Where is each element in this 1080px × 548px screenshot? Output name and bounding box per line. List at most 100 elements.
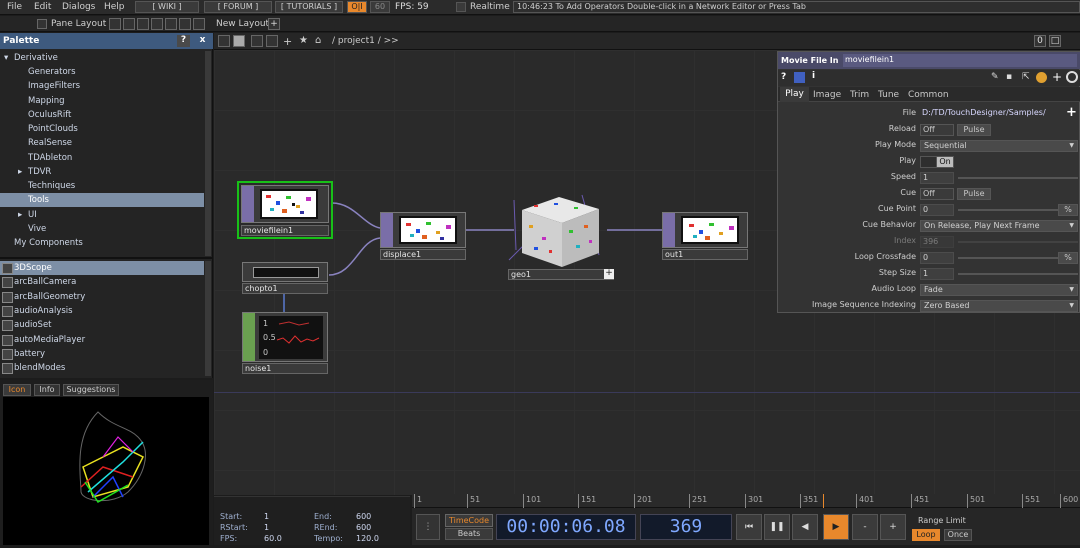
beats-button[interactable]: Beats bbox=[445, 528, 493, 540]
cue-behavior-dropdown[interactable]: On Release, Play Next Frame bbox=[920, 220, 1078, 232]
node-chopto1[interactable] bbox=[242, 262, 328, 282]
node-displace1[interactable] bbox=[380, 212, 466, 248]
tutorials-button[interactable]: [ TUTORIALS ] bbox=[275, 1, 343, 13]
layout-quad-button[interactable] bbox=[151, 18, 163, 30]
rstart-value[interactable]: 1 bbox=[264, 523, 269, 532]
timeline-ruler[interactable]: 1 51 101 151 201 251 301 351 401 451 501… bbox=[412, 494, 1080, 508]
layout-split-h-button[interactable] bbox=[123, 18, 135, 30]
audio-loop-dropdown[interactable]: Fade bbox=[920, 284, 1078, 296]
fps-value[interactable]: 60.0 bbox=[264, 534, 282, 543]
cue-point-field[interactable]: 0 bbox=[920, 204, 954, 216]
cue-point-unit[interactable]: % bbox=[1058, 204, 1078, 216]
reload-pulse-button[interactable]: Pulse bbox=[957, 124, 991, 136]
tree-scrollbar[interactable] bbox=[205, 51, 211, 256]
fps-cap-button[interactable]: 60 bbox=[370, 1, 390, 13]
stop-icon[interactable] bbox=[233, 35, 245, 47]
palette-help-button[interactable]: ? bbox=[177, 35, 190, 47]
layout-custom-button[interactable] bbox=[179, 18, 191, 30]
play-toggle-on[interactable]: On bbox=[936, 156, 954, 168]
network-back-button[interactable] bbox=[218, 35, 230, 47]
component-scrollbar[interactable] bbox=[205, 261, 211, 376]
component-item[interactable]: 3DScope bbox=[0, 261, 204, 275]
end-value[interactable]: 600 bbox=[356, 512, 371, 521]
tree-item-imagefilters[interactable]: ImageFilters bbox=[0, 79, 204, 93]
speed-slider[interactable] bbox=[958, 177, 1078, 179]
python-icon[interactable] bbox=[794, 72, 805, 83]
realtime-checkbox[interactable] bbox=[456, 2, 466, 12]
comment-icon[interactable]: ▪ bbox=[1006, 72, 1012, 82]
speed-field[interactable]: 1 bbox=[920, 172, 954, 184]
tree-item-tdvr[interactable]: ▸ TDVR bbox=[0, 165, 204, 179]
loop-crossfade-unit[interactable]: % bbox=[1058, 252, 1078, 264]
cue-pulse-button[interactable]: Pulse bbox=[957, 188, 991, 200]
tab-play[interactable]: Play bbox=[780, 87, 809, 102]
layout-split-v-button[interactable] bbox=[137, 18, 149, 30]
node-label[interactable]: chopto1 bbox=[242, 283, 328, 294]
tree-item-vive[interactable]: Vive bbox=[0, 222, 204, 236]
tree-item-generators[interactable]: Generators bbox=[0, 65, 204, 79]
node-label[interactable]: displace1 bbox=[380, 249, 466, 260]
tab-suggestions[interactable]: Suggestions bbox=[63, 384, 119, 396]
play-icon[interactable]: ▶ bbox=[823, 514, 849, 540]
image-sequence-dropdown[interactable]: Zero Based bbox=[920, 300, 1078, 312]
export-icon[interactable]: ⇱ bbox=[1022, 72, 1030, 82]
file-browse-icon[interactable]: + bbox=[1066, 105, 1077, 120]
pane-layout-icon[interactable] bbox=[37, 19, 47, 29]
tree-item-pointclouds[interactable]: PointClouds bbox=[0, 122, 204, 136]
node-label[interactable]: out1 bbox=[662, 249, 748, 260]
step-forward-button[interactable]: + bbox=[880, 514, 906, 540]
file-field[interactable]: D:/TD/TouchDesigner/Samples/ bbox=[920, 108, 1065, 120]
cue-point-slider[interactable] bbox=[958, 209, 1058, 211]
oi-button[interactable]: O|I bbox=[347, 1, 367, 13]
menu-edit[interactable]: Edit bbox=[34, 2, 51, 12]
tree-item-oculusrift[interactable]: OculusRift bbox=[0, 108, 204, 122]
breadcrumb[interactable]: / project1 / >> bbox=[332, 36, 399, 46]
step-backward-button[interactable]: - bbox=[852, 514, 878, 540]
add-icon[interactable]: + bbox=[283, 35, 292, 48]
tree-item-tdableton[interactable]: TDAbleton bbox=[0, 151, 204, 165]
tree-item-tools[interactable]: Tools bbox=[0, 193, 204, 207]
timecode-button[interactable]: TimeCode bbox=[445, 514, 493, 527]
timecode-display[interactable]: 00:00:06.08 bbox=[496, 514, 636, 540]
menu-file[interactable]: File bbox=[7, 2, 22, 12]
arrow-right-icon[interactable] bbox=[266, 35, 278, 47]
node-noise1[interactable]: 1 0.5 0 bbox=[242, 312, 328, 362]
loop-crossfade-slider[interactable] bbox=[958, 257, 1058, 259]
tree-item-mapping[interactable]: Mapping bbox=[0, 94, 204, 108]
tab-icon[interactable]: Icon bbox=[3, 384, 31, 396]
transport-menu-icon[interactable]: ⋮ bbox=[416, 514, 440, 540]
layout-triple-button[interactable] bbox=[165, 18, 177, 30]
step-back-icon[interactable]: ◀ bbox=[792, 514, 818, 540]
start-value[interactable]: 1 bbox=[264, 512, 269, 521]
component-item[interactable]: audioAnalysis bbox=[0, 304, 204, 318]
tab-common[interactable]: Common bbox=[908, 90, 949, 100]
node-out1[interactable] bbox=[662, 212, 748, 248]
global-icon[interactable] bbox=[1036, 72, 1047, 83]
component-item[interactable]: battery bbox=[0, 347, 204, 361]
tree-item-techniques[interactable]: Techniques bbox=[0, 179, 204, 193]
menu-dialogs[interactable]: Dialogs bbox=[62, 2, 95, 12]
tab-trim[interactable]: Trim bbox=[850, 90, 869, 100]
op-name-field[interactable]: moviefilein1 bbox=[843, 54, 1077, 67]
tree-item-realsense[interactable]: RealSense bbox=[0, 136, 204, 150]
arrow-left-icon[interactable] bbox=[251, 35, 263, 47]
palette-close-button[interactable]: x bbox=[196, 35, 209, 47]
tree-item-derivative[interactable]: ▾ Derivative bbox=[0, 51, 204, 65]
forum-button[interactable]: [ FORUM ] bbox=[204, 1, 272, 13]
target-icon[interactable] bbox=[1066, 71, 1078, 83]
playhead[interactable] bbox=[823, 494, 824, 508]
node-label[interactable]: moviefilein1 bbox=[241, 225, 329, 236]
tree-item-ui[interactable]: ▸ UI bbox=[0, 208, 204, 222]
once-button[interactable]: Once bbox=[944, 529, 972, 541]
component-item[interactable]: arcBallCamera bbox=[0, 275, 204, 289]
node-geo1[interactable] bbox=[514, 195, 604, 269]
tab-info[interactable]: Info bbox=[34, 384, 60, 396]
step-size-field[interactable]: 1 bbox=[920, 268, 954, 280]
network-layout-button[interactable]: □ bbox=[1049, 35, 1061, 47]
frame-display[interactable]: 369 bbox=[640, 514, 732, 540]
edit-icon[interactable]: ✎ bbox=[991, 72, 999, 82]
add-icon[interactable]: + bbox=[1052, 70, 1062, 84]
component-item[interactable]: arcBallGeometry bbox=[0, 290, 204, 304]
rend-value[interactable]: 600 bbox=[356, 523, 371, 532]
cue-toggle[interactable]: Off bbox=[920, 188, 954, 200]
